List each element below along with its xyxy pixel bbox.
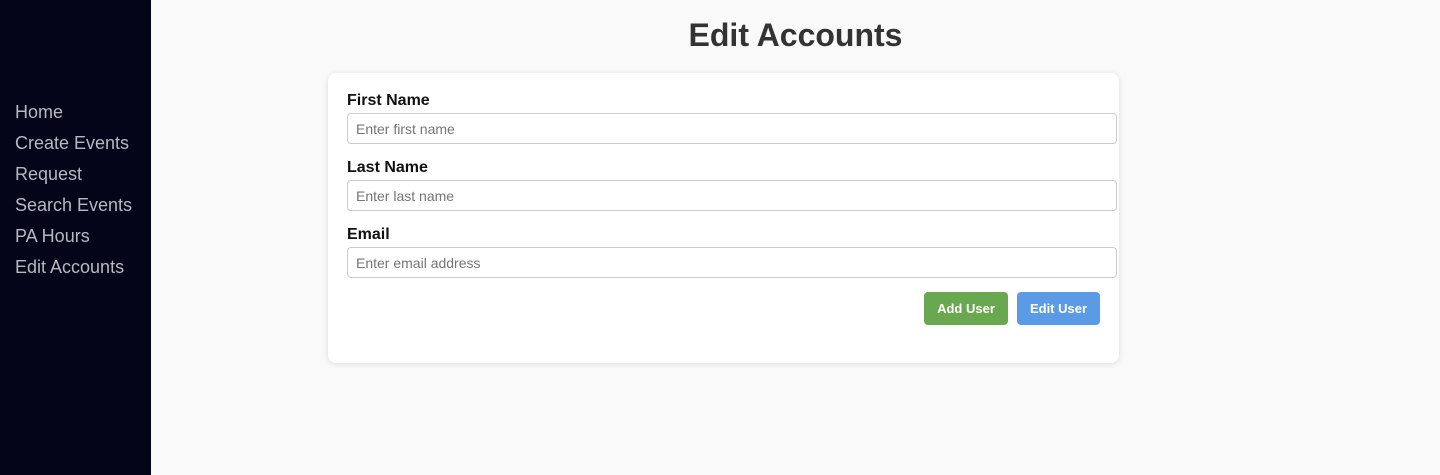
sidebar: Home Create Events Request Search Events… — [0, 0, 151, 475]
sidebar-item-search-events[interactable]: Search Events — [0, 190, 151, 221]
first-name-label: First Name — [347, 92, 430, 109]
main-content: Edit Accounts First Name Last Name Email… — [151, 0, 1440, 475]
sidebar-item-request[interactable]: Request — [0, 159, 151, 190]
edit-user-button[interactable]: Edit User — [1017, 292, 1100, 325]
email-label: Email — [347, 226, 390, 243]
last-name-input[interactable] — [347, 180, 1117, 211]
sidebar-item-pa-hours[interactable]: PA Hours — [0, 221, 151, 252]
add-user-button[interactable]: Add User — [924, 292, 1008, 325]
edit-accounts-form: First Name Last Name Email Add User Edit… — [328, 73, 1119, 363]
first-name-input[interactable] — [347, 113, 1117, 144]
sidebar-item-create-events[interactable]: Create Events — [0, 128, 151, 159]
sidebar-item-home[interactable]: Home — [0, 97, 151, 128]
app-layout: Home Create Events Request Search Events… — [0, 0, 1440, 475]
last-name-label: Last Name — [347, 159, 428, 176]
sidebar-item-edit-accounts[interactable]: Edit Accounts — [0, 252, 151, 283]
email-input[interactable] — [347, 247, 1117, 278]
page-title: Edit Accounts — [688, 17, 903, 53]
